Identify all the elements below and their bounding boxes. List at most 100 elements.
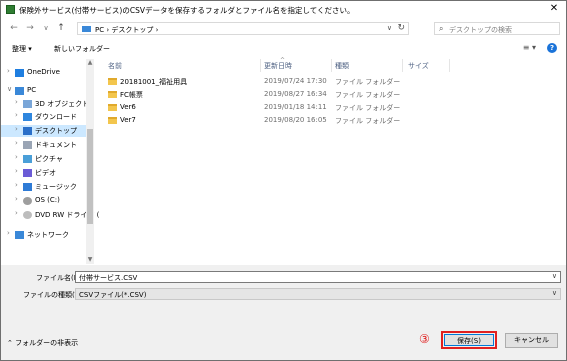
navigation-scrollbar[interactable]: ▲ ▼ (86, 59, 94, 264)
collapse-chevron-icon[interactable]: › (15, 139, 18, 147)
refresh-icon[interactable]: ↻ (397, 23, 405, 33)
filetype-select[interactable]: CSVファイル(*.CSV) ∨ (75, 288, 561, 300)
collapse-chevron-icon[interactable]: › (7, 67, 10, 75)
tree-item[interactable]: › ダウンロード (1, 111, 86, 123)
cube-icon (23, 100, 32, 108)
navigation-pane: › OneDrive ∨ PC › 3D オブジェクト › ダウンロード › デスクトップ › ドキュ… (1, 59, 99, 264)
document-icon (23, 141, 32, 149)
scroll-thumb[interactable] (87, 129, 93, 224)
tree-item[interactable]: › 3D オブジェクト (1, 98, 90, 110)
collapse-chevron-icon[interactable]: › (15, 195, 18, 203)
tree-item[interactable]: › ドキュメント (1, 139, 86, 151)
save-button-label: 保存(S) (444, 334, 494, 346)
search-input[interactable]: ⌕ デスクトップの検索 (434, 22, 560, 35)
column-divider[interactable] (331, 59, 332, 72)
collapse-chevron-icon[interactable]: › (15, 125, 18, 133)
save-options-panel: ファイル名(N): 付帯サービス.CSV ∨ ファイルの種類(T): CSVファ… (1, 265, 566, 360)
file-row[interactable]: FC帳票 2019/08/27 16:34 ファイル フォルダー (97, 89, 400, 101)
tree-item[interactable]: › OneDrive (1, 67, 86, 79)
navigation-bar: ← → ∨ ↑ PC › デスクトップ › ∨ ↻ ⌕ デスクトップの検索 (1, 20, 566, 38)
view-options-icon[interactable]: ≡ ▾ (523, 43, 536, 52)
column-divider[interactable] (402, 59, 403, 72)
folder-icon (108, 78, 117, 85)
filename-dropdown-icon[interactable]: ∨ (552, 272, 557, 280)
picture-icon (23, 155, 32, 163)
dvd-icon (23, 211, 32, 219)
file-row[interactable]: Ver6 2019/01/18 14:11 ファイル フォルダー (97, 102, 401, 114)
tree-item-label: PC (27, 86, 37, 94)
folder-icon (108, 104, 117, 111)
collapse-chevron-icon[interactable]: › (15, 98, 18, 106)
tree-item-label: ピクチャ (35, 155, 63, 163)
tree-item-label: ネットワーク (27, 231, 69, 239)
address-bar[interactable]: PC › デスクトップ › ∨ ↻ (77, 22, 409, 35)
dialog-title: 保険外サービス(付帯サービス)のCSVデータを保存するフォルダとファイル名を指定… (19, 6, 355, 15)
breadcrumb[interactable]: PC › デスクトップ › (95, 25, 158, 35)
recent-locations-button[interactable]: ∨ (41, 23, 51, 34)
tree-item-label: ドキュメント (35, 141, 77, 149)
scroll-down-icon[interactable]: ▼ (86, 256, 94, 264)
search-placeholder: デスクトップの検索 (449, 26, 512, 34)
file-row[interactable]: Ver7 2019/08/20 16:05 ファイル フォルダー (97, 115, 401, 127)
filetype-dropdown-icon[interactable]: ∨ (552, 289, 557, 297)
file-row[interactable]: 20181001_福祉用具 2019/07/24 17:30 ファイル フォルダー (97, 76, 400, 88)
column-divider[interactable] (260, 59, 261, 72)
save-button[interactable]: 保存(S) (441, 331, 497, 349)
video-icon (23, 169, 32, 177)
tree-item[interactable]: › OS (C:) (1, 195, 86, 207)
close-button[interactable]: ✕ (548, 3, 560, 15)
file-name: 20181001_福祉用具 (120, 78, 188, 86)
collapse-chevron-icon[interactable]: › (15, 209, 18, 217)
network-icon (15, 231, 24, 239)
collapse-chevron-icon[interactable]: › (7, 229, 10, 237)
cancel-button[interactable]: キャンセル (505, 333, 558, 348)
column-header-size[interactable]: サイズ (408, 61, 429, 71)
file-date: 2019/08/27 16:34 (264, 90, 327, 98)
help-icon[interactable]: ? (547, 43, 557, 53)
filename-field[interactable]: 付帯サービス.CSV ∨ (75, 271, 561, 283)
new-folder-button[interactable]: 新しいフォルダー (54, 44, 110, 54)
file-date: 2019/08/20 16:05 (264, 116, 327, 124)
column-header-modified[interactable]: 更新日時 (264, 61, 292, 71)
expand-chevron-icon[interactable]: ∨ (7, 85, 12, 93)
step-marker: ③ (419, 332, 430, 346)
tree-item[interactable]: › ピクチャ (1, 153, 86, 165)
tree-item-label: OS (C:) (35, 196, 60, 204)
column-divider[interactable] (449, 59, 450, 72)
tree-item[interactable]: › DVD RW ドライブ ( (1, 209, 99, 221)
tree-item[interactable]: ∨ PC (1, 85, 86, 97)
column-header-name[interactable]: 名前 (108, 61, 122, 71)
tree-item-label: 3D オブジェクト (35, 100, 90, 108)
file-date: 2019/01/18 14:11 (264, 103, 327, 111)
tree-item-label: OneDrive (27, 68, 60, 76)
organize-button[interactable]: 整理 ▾ (12, 44, 32, 54)
collapse-chevron-icon[interactable]: › (15, 153, 18, 161)
collapse-chevron-icon[interactable]: › (15, 181, 18, 189)
folder-icon (108, 91, 117, 98)
cloud-icon (15, 69, 24, 77)
collapse-chevron-icon[interactable]: › (15, 167, 18, 175)
tree-item-label: ミュージック (35, 183, 77, 191)
address-dropdown-icon[interactable]: ∨ (387, 24, 392, 32)
tree-item[interactable]: › デスクトップ (1, 125, 86, 137)
scroll-up-icon[interactable]: ▲ (86, 59, 94, 67)
desktop-icon (23, 127, 32, 135)
up-folder-button[interactable]: ↑ (56, 23, 66, 34)
pc-icon (15, 87, 24, 95)
file-name: Ver7 (120, 116, 136, 124)
download-icon (23, 113, 32, 121)
hide-folders-button[interactable]: ⌃ フォルダーの非表示 (7, 338, 78, 348)
tree-item[interactable]: › ビデオ (1, 167, 86, 179)
save-dialog: 保険外サービス(付帯サービス)のCSVデータを保存するフォルダとファイル名を指定… (0, 0, 567, 361)
column-header-type[interactable]: 種類 (335, 61, 349, 71)
back-button[interactable]: ← (9, 23, 19, 34)
file-type: ファイル フォルダー (335, 117, 401, 125)
forward-button[interactable]: → (25, 23, 35, 34)
tree-item[interactable]: › ネットワーク (1, 229, 86, 241)
toolbar: 整理 ▾ 新しいフォルダー ≡ ▾ ? (1, 40, 566, 57)
drive-icon (23, 197, 32, 205)
tree-item[interactable]: › ミュージック (1, 181, 86, 193)
collapse-chevron-icon[interactable]: › (15, 111, 18, 119)
file-type: ファイル フォルダー (335, 104, 401, 112)
music-icon (23, 183, 32, 191)
